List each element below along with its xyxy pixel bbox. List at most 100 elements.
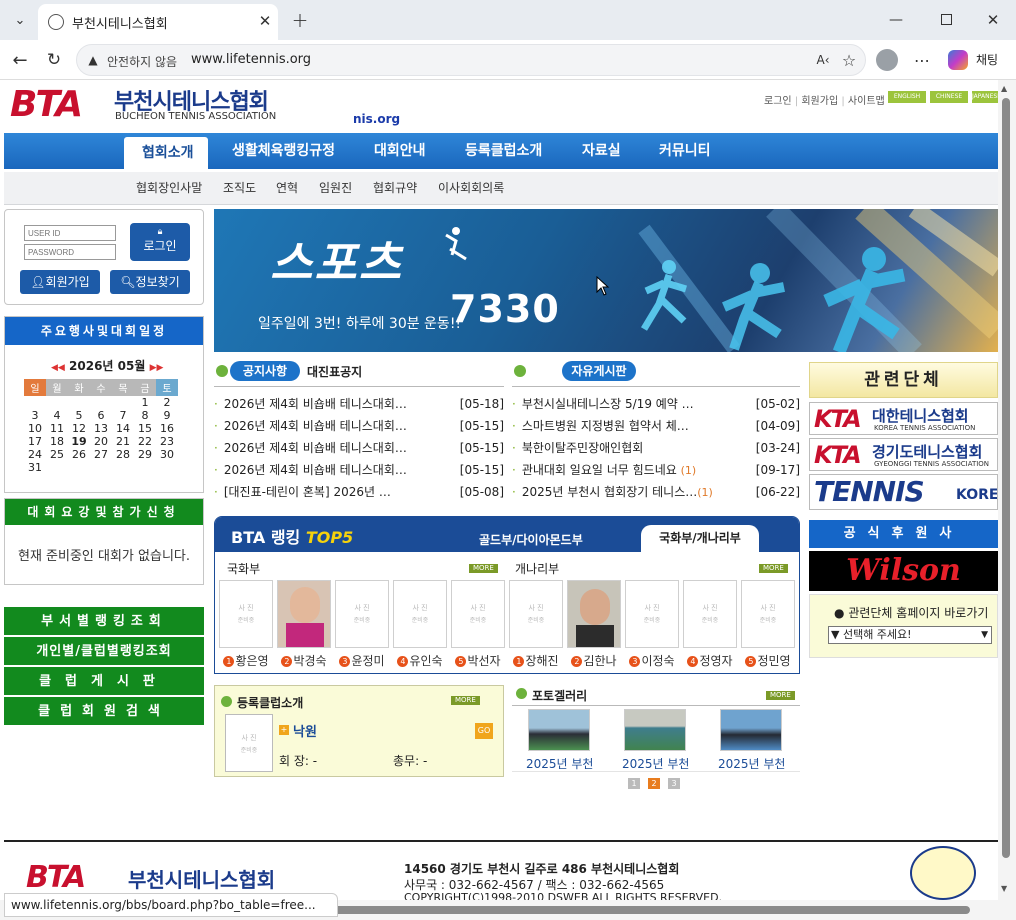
calendar-day[interactable]: 3 bbox=[24, 409, 46, 422]
calendar-day[interactable]: 21 bbox=[112, 435, 134, 448]
url-text[interactable]: www.lifetennis.org bbox=[191, 52, 311, 67]
login-link[interactable]: 로그인 bbox=[764, 96, 792, 107]
calendar-day[interactable]: 28 bbox=[112, 448, 134, 461]
apply-header[interactable]: 대회요강및참가신청 bbox=[5, 499, 203, 526]
tab-close-icon[interactable]: ✕ bbox=[254, 10, 276, 32]
calendar-day[interactable]: 27 bbox=[90, 448, 112, 461]
subnav-bylaws[interactable]: 협회규약 bbox=[373, 172, 417, 205]
back-arrow-icon[interactable]: ← bbox=[8, 48, 32, 72]
subnav-history[interactable]: 연혁 bbox=[276, 172, 298, 205]
next-month-icon[interactable]: ▶▶ bbox=[150, 363, 164, 373]
nav-ranking-rules[interactable]: 생활체육랭킹규정 bbox=[232, 133, 335, 169]
prev-month-icon[interactable]: ◀◀ bbox=[51, 363, 65, 373]
join-button[interactable]: 👤︎회원가입 bbox=[20, 270, 100, 294]
notice-item[interactable]: · 2026년 제4회 비숍배 테니스대회… [05-15] bbox=[214, 415, 504, 437]
gallery-page-button-active[interactable]: 2 bbox=[648, 778, 660, 789]
new-tab-icon[interactable]: + bbox=[288, 8, 312, 32]
free-item[interactable]: · 관내대회 일요일 너무 힘드네요 (1) [09-17] bbox=[512, 459, 800, 481]
calendar-day-today[interactable]: 19 bbox=[68, 435, 90, 448]
player-name[interactable]: 5 정민영 bbox=[739, 652, 797, 669]
scroll-up-icon[interactable]: ▲ bbox=[1001, 84, 1007, 93]
nav-tournament[interactable]: 대회안내 bbox=[374, 133, 426, 169]
player-photo-placeholder[interactable]: 사 진 준비중 bbox=[335, 580, 389, 648]
gallery-page-button[interactable]: 1 bbox=[628, 778, 640, 789]
related-org-select[interactable]: ▼ 선택해 주세요! ▼ bbox=[828, 626, 992, 644]
player-name[interactable]: 1 황은영 bbox=[217, 652, 275, 669]
calendar-day[interactable]: 14 bbox=[112, 422, 134, 435]
more-button[interactable]: MORE bbox=[451, 696, 480, 705]
nav-library[interactable]: 자료실 bbox=[582, 133, 621, 169]
password-input[interactable] bbox=[24, 244, 116, 260]
player-name[interactable]: 4 정영자 bbox=[681, 652, 739, 669]
chinese-button[interactable]: CHINESE bbox=[930, 91, 968, 103]
notice-item[interactable]: · [대진표-테린이 혼복] 2026년 … [05-08] bbox=[214, 481, 504, 503]
kta-link[interactable]: KTA 대한테니스협회 KOREA TENNIS ASSOCIATION bbox=[809, 402, 998, 435]
bracket-notice-tab[interactable]: 대진표공지 bbox=[307, 363, 362, 380]
subnav-greeting[interactable]: 협회장인사말 bbox=[136, 172, 202, 205]
calendar-day[interactable]: 5 bbox=[68, 409, 90, 422]
japanese-button[interactable]: JAPANESE bbox=[972, 91, 998, 103]
player-name[interactable]: 1 장해진 bbox=[507, 652, 565, 669]
user-id-input[interactable] bbox=[24, 225, 116, 241]
more-button[interactable]: MORE bbox=[766, 691, 795, 700]
player-photo-placeholder[interactable]: 사 진 준비중 bbox=[393, 580, 447, 648]
find-info-button[interactable]: 🔍︎정보찾기 bbox=[110, 270, 190, 294]
side-menu-member-search[interactable]: 클럽회원검색 bbox=[4, 697, 204, 726]
vertical-scrollbar[interactable]: ▲ ▼ bbox=[998, 80, 1016, 900]
notice-item[interactable]: · 2026년 제4회 비숍배 테니스대회… [05-18] bbox=[214, 393, 504, 415]
club-name[interactable]: 낙원 bbox=[293, 721, 317, 740]
calendar-day[interactable]: 23 bbox=[156, 435, 178, 448]
refresh-icon[interactable]: ↻ bbox=[42, 48, 66, 72]
calendar-day[interactable]: 20 bbox=[90, 435, 112, 448]
player-name[interactable]: 3 이정숙 bbox=[623, 652, 681, 669]
calendar-day[interactable]: 15 bbox=[134, 422, 156, 435]
calendar-day[interactable]: 26 bbox=[68, 448, 90, 461]
free-item[interactable]: · 부천시실내테니스장 5/19 예약 … [05-02] bbox=[512, 393, 800, 415]
nav-about[interactable]: 협회소개 bbox=[142, 135, 194, 171]
minimize-icon[interactable]: — bbox=[884, 8, 908, 32]
gallery-page-button[interactable]: 3 bbox=[668, 778, 680, 789]
gallery-photo[interactable] bbox=[720, 709, 782, 751]
profile-avatar-icon[interactable] bbox=[876, 49, 898, 71]
player-photo-placeholder[interactable]: 사 진 준비중 bbox=[683, 580, 737, 648]
calendar-day[interactable]: 16 bbox=[156, 422, 178, 435]
free-item[interactable]: · 북한이탈주민장애인협회 [03-24] bbox=[512, 437, 800, 459]
player-name[interactable]: 4 유인숙 bbox=[391, 652, 449, 669]
gallery-caption[interactable]: 2025년 부천 bbox=[622, 755, 689, 772]
maximize-icon[interactable] bbox=[941, 14, 952, 25]
notice-item[interactable]: · 2026년 제4회 비숍배 테니스대회… [05-15] bbox=[214, 459, 504, 481]
scroll-down-icon[interactable]: ▼ bbox=[1001, 884, 1007, 893]
copilot-icon[interactable] bbox=[948, 50, 968, 70]
player-photo-placeholder[interactable]: 사 진 준비중 bbox=[509, 580, 563, 648]
ranking-tab-chrysanthemum[interactable]: 국화부/개나리부 bbox=[641, 525, 759, 552]
calendar-day[interactable]: 30 bbox=[156, 448, 178, 461]
player-photo[interactable] bbox=[567, 580, 621, 648]
url-box[interactable]: ▲ 안전하지 않음 www.lifetennis.org A‹ ☆ bbox=[76, 44, 866, 76]
calendar-day[interactable]: 1 bbox=[134, 396, 156, 409]
side-menu-personal-ranking[interactable]: 개인별/클럽별랭킹조회 bbox=[4, 637, 204, 666]
calendar-day[interactable]: 12 bbox=[68, 422, 90, 435]
more-button[interactable]: MORE bbox=[759, 564, 788, 573]
go-button[interactable]: GO bbox=[475, 723, 493, 739]
calendar-day[interactable]: 25 bbox=[46, 448, 68, 461]
calendar-day[interactable]: 29 bbox=[134, 448, 156, 461]
more-menu-icon[interactable]: ⋯ bbox=[910, 48, 934, 72]
calendar-day[interactable]: 24 bbox=[24, 448, 46, 461]
subnav-board-minutes[interactable]: 이사회회의록 bbox=[438, 172, 504, 205]
calendar-day[interactable]: 13 bbox=[90, 422, 112, 435]
player-name[interactable]: 3 윤정미 bbox=[333, 652, 391, 669]
calendar-day[interactable]: 7 bbox=[112, 409, 134, 422]
sitemap-link[interactable]: 사이트맵 bbox=[848, 96, 885, 107]
nav-clubs[interactable]: 등록클럽소개 bbox=[465, 133, 542, 169]
favorite-star-icon[interactable]: ☆ bbox=[839, 50, 859, 70]
free-item[interactable]: · 스마트병원 지정병원 협약서 체… [04-09] bbox=[512, 415, 800, 437]
calendar-day[interactable]: 4 bbox=[46, 409, 68, 422]
calendar-day[interactable]: 6 bbox=[90, 409, 112, 422]
nav-community[interactable]: 커뮤니티 bbox=[659, 133, 711, 169]
player-photo-placeholder[interactable]: 사 진 준비중 bbox=[625, 580, 679, 648]
player-name[interactable]: 2 김한나 bbox=[565, 652, 623, 669]
player-name[interactable]: 5 박선자 bbox=[449, 652, 507, 669]
calendar-day[interactable]: 22 bbox=[134, 435, 156, 448]
calendar-day[interactable]: 9 bbox=[156, 409, 178, 422]
calendar-day[interactable]: 17 bbox=[24, 435, 46, 448]
